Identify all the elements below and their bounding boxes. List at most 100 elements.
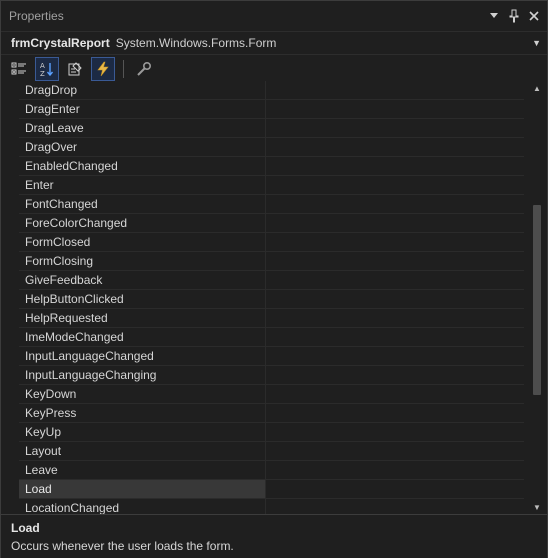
event-handler-value[interactable] bbox=[266, 271, 524, 289]
panel-title: Properties bbox=[9, 9, 64, 23]
event-row[interactable]: InputLanguageChanging bbox=[19, 366, 524, 385]
event-name: DragDrop bbox=[19, 81, 266, 99]
events-button[interactable] bbox=[91, 57, 115, 81]
event-row[interactable]: ForeColorChanged bbox=[19, 214, 524, 233]
event-row[interactable]: HelpButtonClicked bbox=[19, 290, 524, 309]
event-handler-value[interactable] bbox=[266, 214, 524, 232]
event-handler-value[interactable] bbox=[266, 157, 524, 175]
event-row[interactable]: FormClosed bbox=[19, 233, 524, 252]
event-name: InputLanguageChanging bbox=[19, 366, 266, 384]
properties-button[interactable] bbox=[63, 57, 87, 81]
event-handler-value[interactable] bbox=[266, 252, 524, 270]
event-name: Load bbox=[19, 480, 266, 498]
event-name: HelpRequested bbox=[19, 309, 266, 327]
event-row[interactable]: EnabledChanged bbox=[19, 157, 524, 176]
event-handler-value[interactable] bbox=[266, 499, 524, 514]
event-handler-value[interactable] bbox=[266, 309, 524, 327]
scroll-up-icon[interactable]: ▲ bbox=[528, 81, 546, 95]
event-name: LocationChanged bbox=[19, 499, 266, 514]
alphabetical-button[interactable]: A Z bbox=[35, 57, 59, 81]
event-row[interactable]: DragLeave bbox=[19, 119, 524, 138]
event-handler-value[interactable] bbox=[266, 176, 524, 194]
pin-icon[interactable] bbox=[507, 8, 521, 24]
event-handler-value[interactable] bbox=[266, 461, 524, 479]
title-bar: Properties bbox=[1, 1, 547, 31]
event-row[interactable]: KeyPress bbox=[19, 404, 524, 423]
events-grid: DragDrop DragEnter DragLeave DragOver Enable… bbox=[1, 81, 547, 514]
event-handler-value[interactable] bbox=[266, 233, 524, 251]
event-handler-value[interactable] bbox=[266, 442, 524, 460]
event-name: HelpButtonClicked bbox=[19, 290, 266, 308]
event-handler-value[interactable] bbox=[266, 328, 524, 346]
event-row[interactable]: FormClosing bbox=[19, 252, 524, 271]
event-handler-value[interactable] bbox=[266, 423, 524, 441]
event-name: InputLanguageChanged bbox=[19, 347, 266, 365]
event-handler-value[interactable] bbox=[266, 347, 524, 365]
scroll-down-icon[interactable]: ▼ bbox=[528, 500, 546, 514]
event-name: KeyPress bbox=[19, 404, 266, 422]
event-handler-value[interactable] bbox=[266, 119, 524, 137]
event-row[interactable]: LocationChanged bbox=[19, 499, 524, 514]
event-handler-value[interactable] bbox=[266, 290, 524, 308]
event-row[interactable]: Enter bbox=[19, 176, 524, 195]
event-name: DragLeave bbox=[19, 119, 266, 137]
svg-text:Z: Z bbox=[40, 70, 45, 77]
event-row[interactable]: Leave bbox=[19, 461, 524, 480]
categorized-icon bbox=[11, 62, 26, 75]
vertical-scrollbar[interactable]: ▲ ▼ bbox=[528, 81, 546, 514]
event-row[interactable]: KeyDown bbox=[19, 385, 524, 404]
event-handler-value[interactable] bbox=[266, 385, 524, 403]
close-icon[interactable] bbox=[527, 8, 541, 24]
description-title: Load bbox=[11, 521, 40, 535]
property-pages-button[interactable] bbox=[132, 57, 156, 81]
alphabetical-icon: A Z bbox=[40, 62, 54, 77]
svg-text:A: A bbox=[40, 62, 45, 70]
event-name: ImeModeChanged bbox=[19, 328, 266, 346]
event-name: KeyDown bbox=[19, 385, 266, 403]
event-name: Enter bbox=[19, 176, 266, 194]
event-row[interactable]: ImeModeChanged bbox=[19, 328, 524, 347]
event-name: FontChanged bbox=[19, 195, 266, 213]
event-name: KeyUp bbox=[19, 423, 266, 441]
event-row[interactable]: InputLanguageChanged bbox=[19, 347, 524, 366]
event-row[interactable]: DragEnter bbox=[19, 100, 524, 119]
properties-toolbar: A Z bbox=[1, 55, 547, 84]
object-name: frmCrystalReport bbox=[11, 36, 110, 50]
events-icon bbox=[97, 61, 109, 77]
event-handler-value[interactable] bbox=[266, 195, 524, 213]
property-pages-icon bbox=[137, 61, 152, 76]
event-handler-value[interactable] bbox=[266, 100, 524, 118]
dropdown-menu-icon[interactable] bbox=[487, 8, 501, 24]
event-handler-value[interactable] bbox=[266, 81, 524, 99]
event-row[interactable]: Load bbox=[19, 480, 524, 499]
event-name: EnabledChanged bbox=[19, 157, 266, 175]
event-row[interactable]: KeyUp bbox=[19, 423, 524, 442]
categorized-button[interactable] bbox=[7, 57, 31, 81]
event-handler-value[interactable] bbox=[266, 404, 524, 422]
scrollbar-thumb[interactable] bbox=[533, 205, 541, 395]
object-selector[interactable]: frmCrystalReport System.Windows.Forms.Fo… bbox=[1, 31, 547, 55]
event-name: Leave bbox=[19, 461, 266, 479]
event-row[interactable]: HelpRequested bbox=[19, 309, 524, 328]
properties-icon bbox=[68, 62, 82, 76]
title-actions bbox=[487, 8, 541, 24]
event-handler-value[interactable] bbox=[266, 366, 524, 384]
event-name: GiveFeedback bbox=[19, 271, 266, 289]
event-name: FormClosed bbox=[19, 233, 266, 251]
event-handler-value[interactable] bbox=[266, 480, 524, 498]
properties-panel: Properties frmCrystalReport System.Windo… bbox=[0, 0, 548, 558]
description-pane: Load Occurs whenever the user loads the … bbox=[1, 514, 547, 558]
description-text: Occurs whenever the user loads the form. bbox=[11, 539, 234, 553]
event-name: DragOver bbox=[19, 138, 266, 156]
event-row[interactable]: GiveFeedback bbox=[19, 271, 524, 290]
toolbar-separator bbox=[123, 60, 124, 78]
event-row[interactable]: DragOver bbox=[19, 138, 524, 157]
event-row[interactable]: DragDrop bbox=[19, 81, 524, 100]
object-type: System.Windows.Forms.Form bbox=[115, 36, 277, 50]
event-row[interactable]: FontChanged bbox=[19, 195, 524, 214]
event-row[interactable]: Layout bbox=[19, 442, 524, 461]
chevron-down-icon[interactable]: ▼ bbox=[532, 38, 541, 48]
event-name: ForeColorChanged bbox=[19, 214, 266, 232]
events-list: DragDrop DragEnter DragLeave DragOver Enable… bbox=[19, 81, 524, 514]
event-handler-value[interactable] bbox=[266, 138, 524, 156]
